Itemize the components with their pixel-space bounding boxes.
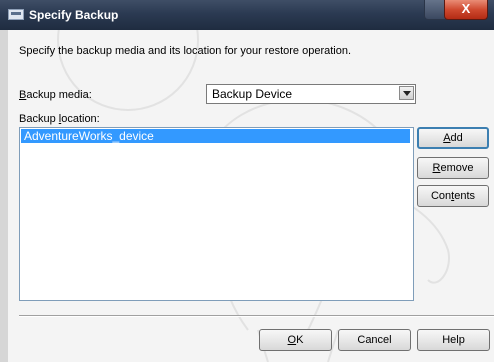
backup-media-label: Backup media: (19, 89, 92, 101)
backup-media-selected-value: Backup Device (212, 87, 293, 101)
description-text: Specify the backup media and its locatio… (19, 45, 352, 57)
help-button[interactable]: Help (417, 329, 490, 351)
close-button[interactable]: X (444, 0, 488, 20)
window-control-edge (424, 0, 445, 20)
footer-separator (19, 315, 494, 317)
ok-button[interactable]: OK (259, 329, 332, 351)
backup-location-list[interactable]: AdventureWorks_device (19, 127, 414, 301)
add-button[interactable]: Add (417, 127, 489, 149)
title-bar[interactable]: Specify Backup X (0, 0, 494, 30)
window-title: Specify Backup (29, 8, 119, 22)
window-app-icon (8, 9, 24, 20)
dialog-body: Specify the backup media and its locatio… (8, 30, 494, 362)
contents-button[interactable]: Contents (417, 185, 489, 207)
remove-button[interactable]: Remove (417, 157, 489, 179)
close-icon: X (461, 1, 471, 16)
list-item[interactable]: AdventureWorks_device (21, 129, 410, 143)
specify-backup-dialog: Specify Backup X Specify the backup medi… (0, 0, 494, 362)
backup-location-label: Backup location: (19, 113, 100, 125)
cancel-button[interactable]: Cancel (338, 329, 411, 351)
chevron-down-icon[interactable] (399, 86, 414, 100)
backup-media-combobox[interactable]: Backup Device (206, 84, 416, 104)
